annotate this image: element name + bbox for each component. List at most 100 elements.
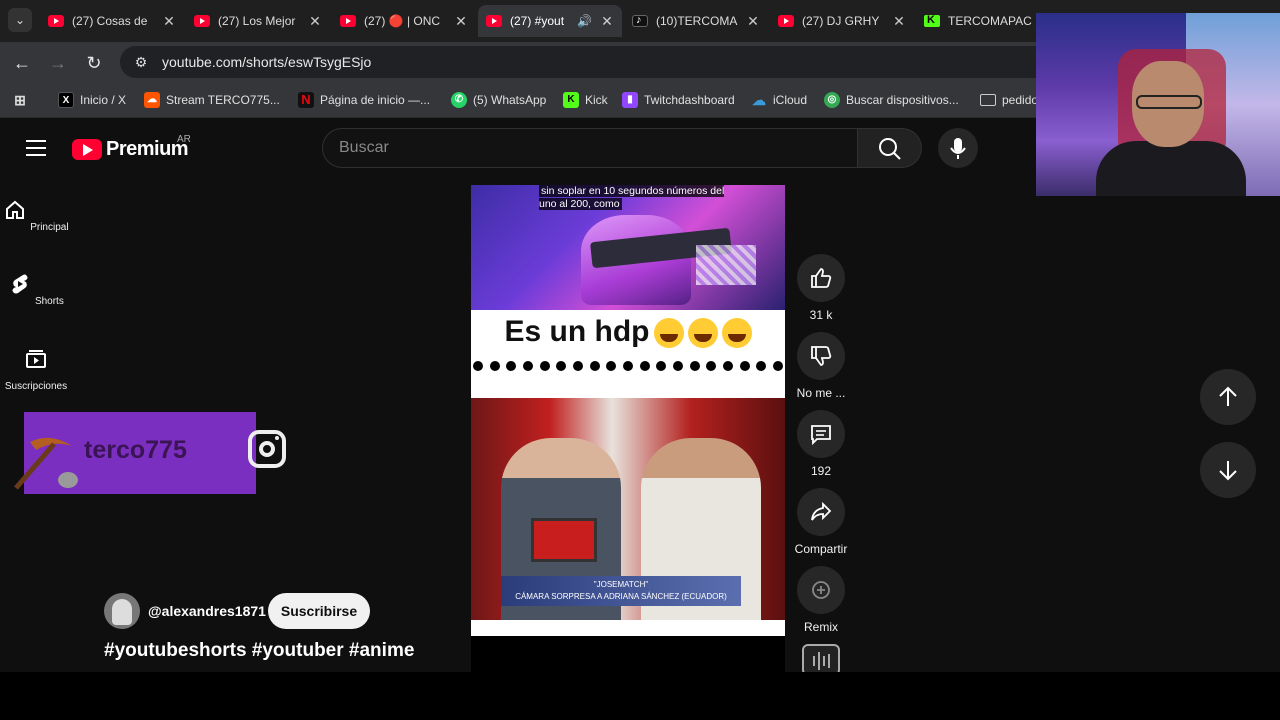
soundcloud-icon: ☁ xyxy=(144,92,160,108)
close-icon[interactable]: ✕ xyxy=(892,13,906,30)
instagram-icon xyxy=(248,430,286,468)
forward-arrow-icon[interactable]: → xyxy=(47,52,69,74)
icloud-icon: ☁ xyxy=(752,92,766,108)
address-bar[interactable]: ⚙ youtube.com/shorts/eswTsygESjo xyxy=(120,46,1120,78)
find-device-icon: ◎ xyxy=(824,92,840,108)
remix-icon xyxy=(812,581,830,599)
tab-1[interactable]: (27) Los Mejor ✕ xyxy=(186,5,330,37)
site-info-icon[interactable]: ⚙ xyxy=(130,51,152,73)
reload-icon[interactable]: ↻ xyxy=(83,52,105,74)
whatsapp-icon: ✆ xyxy=(451,92,467,108)
laughing-emoji-icon xyxy=(653,318,684,349)
short-video-player[interactable]: sin soplar en 10 segundos números del un… xyxy=(471,185,785,672)
region-code: AR xyxy=(177,134,191,145)
bookmark-label: pedido xyxy=(1002,93,1039,107)
bookmark-icloud[interactable]: ☁ iCloud xyxy=(751,90,807,110)
bookmark-label: Inicio / X xyxy=(80,93,127,107)
comments-count: 192 xyxy=(810,464,832,478)
bookmark-twitch[interactable]: ▮ Twitchdashboard xyxy=(622,90,735,110)
tab-0[interactable]: (27) Cosas de ✕ xyxy=(40,5,184,37)
channel-avatar[interactable] xyxy=(104,593,140,629)
bookmark-label: Kick xyxy=(585,93,608,107)
remix-button[interactable]: Remix xyxy=(794,566,848,634)
search-button[interactable] xyxy=(858,128,922,168)
guide-label: Principal xyxy=(30,222,69,233)
bookmark-kick[interactable]: K Kick xyxy=(563,90,608,110)
subtitle-text: sin soplar en 10 segundos números del un… xyxy=(539,185,725,210)
short-hashtags[interactable]: #youtubeshorts #youtuber #anime xyxy=(104,640,414,662)
bookmark-label: Buscar dispositivos... xyxy=(846,93,959,107)
search-icon xyxy=(879,138,901,160)
laughing-emoji-icon xyxy=(687,318,718,349)
bookmark-label: (5) WhatsApp xyxy=(473,93,547,107)
screen: ⌄ (27) Cosas de ✕ (27) Los Mejor ✕ (27) … xyxy=(0,0,1280,720)
remix-label: Remix xyxy=(803,620,838,634)
webcam-overlay xyxy=(1036,13,1280,196)
url-text: youtube.com/shorts/eswTsygESjo xyxy=(162,54,372,70)
bookmark-whatsapp[interactable]: ✆ (5) WhatsApp xyxy=(451,90,546,110)
bookmark-folder[interactable]: pedido xyxy=(980,90,1038,110)
video-glow xyxy=(696,245,756,285)
kick-icon xyxy=(924,14,940,27)
bookmark-label: Twitchdashboard xyxy=(644,93,735,107)
bookmark-netflix[interactable]: N Página de inicio —... xyxy=(298,90,430,110)
youtube-play-icon xyxy=(72,139,102,160)
channel-name[interactable]: @alexandres1871 xyxy=(148,603,266,619)
comment-icon xyxy=(811,425,831,446)
tab-3-active[interactable]: (27) #yout 🔊 ✕ xyxy=(478,5,622,37)
guide-label: Shorts xyxy=(34,296,64,307)
guide-item-home[interactable]: Principal xyxy=(0,198,72,233)
tab-title: (27) 🔴 | ONC xyxy=(364,14,441,28)
arrow-up-icon xyxy=(1219,386,1237,406)
menu-icon[interactable] xyxy=(26,140,46,156)
guide-item-subscriptions[interactable]: Suscripciones xyxy=(0,346,72,392)
tab-title: (27) Cosas de xyxy=(72,14,148,28)
video-subtitle: sin soplar en 10 segundos números del un… xyxy=(539,185,729,211)
close-icon[interactable]: ✕ xyxy=(162,13,176,30)
share-icon xyxy=(811,501,832,521)
bookmark-soundcloud[interactable]: ☁ Stream TERCO775... xyxy=(144,90,280,110)
speaker-icon[interactable]: 🔊 xyxy=(577,14,592,28)
video-frame-tv: "JOSEMATCH" CÁMARA SORPRESA A ADRIANA SÁ… xyxy=(471,398,785,620)
like-count: 31 k xyxy=(809,308,833,322)
tiktok-icon xyxy=(632,14,648,27)
guide-item-shorts[interactable]: Shorts xyxy=(0,272,72,307)
share-label: Compartir xyxy=(794,542,848,556)
home-icon xyxy=(6,200,25,219)
pickaxe-icon xyxy=(14,437,78,490)
search-input[interactable]: Buscar xyxy=(322,128,858,168)
close-icon[interactable]: ✕ xyxy=(600,13,614,30)
bookmark-find-device[interactable]: ◎ Buscar dispositivos... xyxy=(824,90,959,110)
twitch-icon: ▮ xyxy=(622,92,638,108)
apps-grid-icon[interactable]: ⊞ xyxy=(12,90,28,110)
share-button[interactable]: Compartir xyxy=(794,488,848,556)
youtube-premium-logo[interactable]: Premium AR xyxy=(72,134,191,161)
letterbox-bottom xyxy=(0,672,1280,720)
bookmark-x[interactable]: X Inicio / X xyxy=(58,90,126,110)
previous-short-button[interactable] xyxy=(1200,369,1256,425)
dislike-button[interactable]: No me ... xyxy=(794,332,848,400)
webcam-person-body xyxy=(1096,141,1246,196)
tab-5[interactable]: (27) DJ GRHY ✕ xyxy=(770,5,914,37)
back-arrow-icon[interactable]: ← xyxy=(11,52,33,74)
thumbs-up-icon xyxy=(811,268,832,288)
youtube-icon xyxy=(486,15,502,27)
like-button[interactable]: 31 k xyxy=(794,254,848,322)
tab-title: (10)TERCOMA xyxy=(656,14,738,28)
close-icon[interactable]: ✕ xyxy=(308,13,322,30)
next-short-button[interactable] xyxy=(1200,442,1256,498)
tab-search-button[interactable]: ⌄ xyxy=(8,8,32,32)
subscribe-button[interactable]: Suscribirse xyxy=(268,593,370,629)
voice-search-button[interactable] xyxy=(938,128,978,168)
webcam-glasses xyxy=(1136,95,1202,109)
youtube-header: Premium AR Buscar xyxy=(0,120,1036,180)
tab-2[interactable]: (27) 🔴 | ONC ✕ xyxy=(332,5,476,37)
x-icon: X xyxy=(58,92,74,108)
comments-button[interactable]: 192 xyxy=(794,410,848,478)
close-icon[interactable]: ✕ xyxy=(454,13,468,30)
close-icon[interactable]: ✕ xyxy=(746,13,760,30)
tab-4[interactable]: (10)TERCOMA ✕ xyxy=(624,5,768,37)
audio-waveform-icon xyxy=(813,652,830,670)
bookmark-label: Página de inicio —... xyxy=(320,93,431,107)
video-frame-bottom xyxy=(471,620,785,636)
